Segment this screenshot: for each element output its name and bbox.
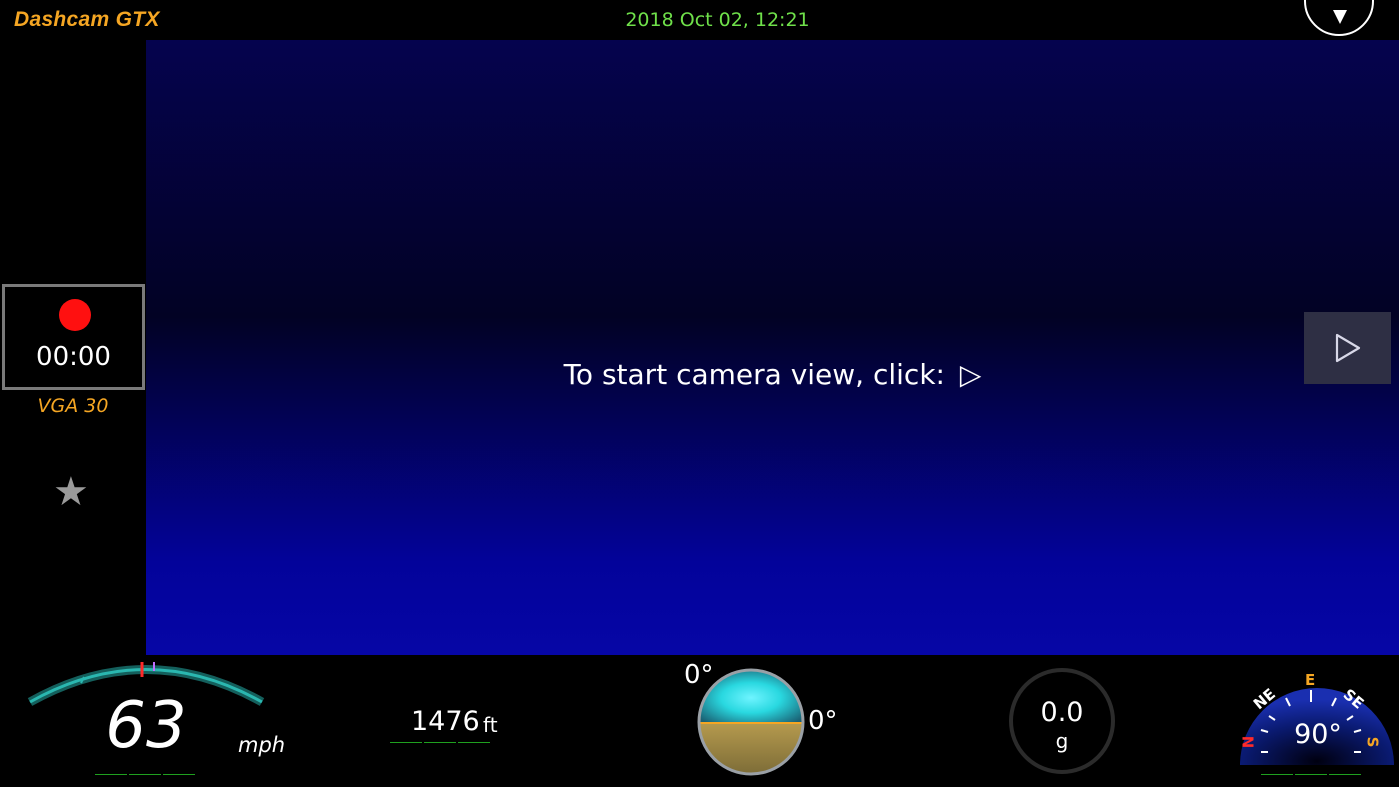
record-button[interactable]: 00:00: [2, 284, 145, 390]
compass-label-e: E: [1305, 671, 1316, 689]
dashcam-app: Dashcam GTX 2018 Oct 02, 12:21 To start …: [0, 0, 1399, 787]
speed-unit: mph: [238, 733, 286, 757]
g-force-value: 0.0: [1040, 697, 1084, 728]
compass-label-s: S: [1363, 736, 1382, 748]
camera-start-message-text: To start camera view, click:: [563, 358, 945, 391]
record-status-icon: [59, 299, 91, 331]
camera-view[interactable]: To start camera view, click: ▷: [146, 40, 1399, 655]
play-icon: [1335, 333, 1361, 363]
compass-heading: 90°: [1294, 719, 1342, 750]
compass-gauge: [1240, 688, 1394, 765]
favorite-star-icon[interactable]: ★: [53, 470, 89, 514]
chevron-down-icon: [1333, 10, 1347, 24]
altitude-value: 1476: [411, 706, 480, 737]
g-force-unit: g: [1055, 729, 1069, 753]
start-camera-button[interactable]: [1304, 312, 1391, 384]
compass-underline: [1261, 774, 1363, 775]
altitude-unit: ft: [483, 713, 498, 737]
camera-start-message: To start camera view, click: ▷: [146, 358, 1399, 391]
compass-label-n: N: [1239, 735, 1258, 749]
video-resolution[interactable]: VGA 30: [0, 395, 146, 417]
g-force-gauge: 0.0 g: [1009, 668, 1115, 774]
altitude-underline: [390, 742, 492, 743]
speed-underline: [95, 774, 197, 775]
roll-angle: 0°: [808, 706, 838, 736]
attitude-indicator: [697, 668, 805, 776]
speed-value: 63: [105, 689, 187, 763]
record-elapsed-time: 00:00: [36, 342, 111, 372]
date-time-display: 2018 Oct 02, 12:21: [625, 9, 810, 31]
play-hint-icon: ▷: [959, 358, 982, 391]
